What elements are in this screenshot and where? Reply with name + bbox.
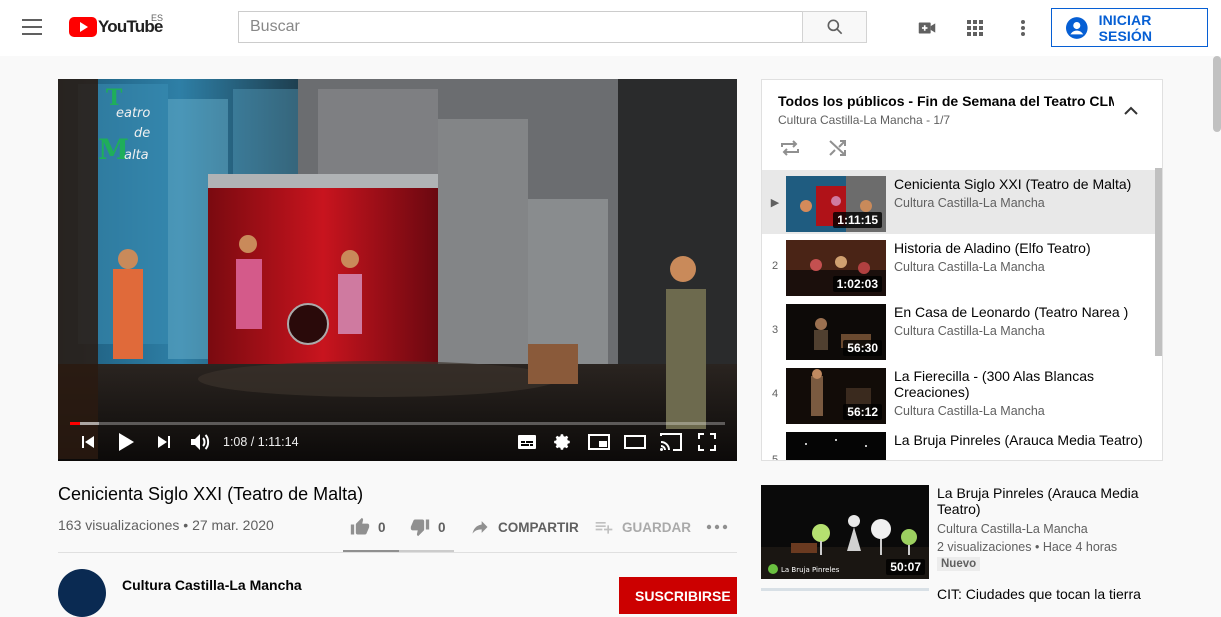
playlist-item[interactable]: 2 1:02:03 Historia de Aladino (Elfo Teat…: [762, 234, 1156, 298]
play-icon[interactable]: [114, 431, 138, 453]
search-input[interactable]: [238, 11, 803, 43]
share-button[interactable]: COMPARTIR: [470, 517, 579, 537]
recommended-duration: 50:07: [886, 559, 925, 575]
new-badge: Nuevo: [937, 557, 981, 571]
channel-avatar[interactable]: [58, 569, 106, 617]
sign-in-button[interactable]: INICIAR SESIÓN: [1051, 8, 1208, 47]
next-icon[interactable]: [154, 431, 174, 453]
fullscreen-icon[interactable]: [695, 431, 719, 453]
cast-icon[interactable]: [659, 431, 683, 453]
share-icon: [472, 521, 488, 534]
overlay-logo-line2: de: [134, 126, 150, 141]
chevron-up-icon[interactable]: [1120, 100, 1142, 122]
playlist-item[interactable]: 4 56:12 La Fierecilla - (300 Alas Blanca…: [762, 362, 1156, 434]
playlist-item-title: La Bruja Pinreles (Arauca Media Teatro): [894, 432, 1143, 448]
rec-thumb-caption: La Bruja Pinreles: [781, 566, 840, 574]
save-button[interactable]: GUARDAR: [594, 517, 691, 537]
account-icon: [1065, 16, 1088, 39]
recommended-title: La Bruja Pinreles (Arauca Media Teatro): [937, 485, 1139, 517]
playlist-item-channel: Cultura Castilla-La Mancha: [894, 324, 1045, 338]
playlist-item-index: 5: [771, 454, 779, 461]
recommended-channel: Cultura Castilla-La Mancha: [937, 522, 1088, 536]
playlist-add-icon: [595, 522, 613, 534]
playlist-item-duration: 1:02:03: [832, 276, 882, 292]
recommended-stats: 2 visualizaciones • Hace 4 horas: [937, 540, 1118, 554]
thumb-up-icon: [350, 517, 370, 535]
playlist-item-title: Cenicienta Siglo XXI (Teatro de Malta): [894, 176, 1132, 192]
playlist-item-title: Historia de Aladino (Elfo Teatro): [894, 240, 1091, 256]
create-video-icon[interactable]: [915, 16, 939, 40]
more-actions-icon[interactable]: [706, 517, 728, 537]
playlist-item-channel: Cultura Castilla-La Mancha: [894, 260, 1045, 274]
view-count-date: 163 visualizaciones • 27 mar. 2020: [58, 517, 274, 533]
dislike-button[interactable]: 0: [410, 517, 446, 537]
country-code: ES: [151, 13, 164, 23]
dislike-count: 0: [438, 519, 446, 535]
search-button[interactable]: [802, 11, 867, 43]
playlist-item[interactable]: ▶ 1:11:15 Cenicienta Siglo XXI (Teatro d…: [762, 170, 1156, 234]
playlist-item-index: 3: [771, 324, 779, 336]
playlist-item-thumbnail: 56:30: [786, 304, 886, 360]
playlist-item-channel: Cultura Castilla-La Mancha: [894, 196, 1045, 210]
playlist-title[interactable]: Todos los públicos - Fin de Semana del T…: [778, 93, 1114, 109]
prev-icon[interactable]: [78, 431, 98, 453]
youtube-play-logo-icon: [69, 17, 97, 37]
video-title: Cenicienta Siglo XXI (Teatro de Malta): [58, 484, 364, 504]
recommended-thumbnail: La Bruja Pinreles 50:07: [761, 485, 929, 579]
playlist-item-duration: 56:30: [843, 340, 882, 356]
playlist-item[interactable]: 3 56:30 En Casa de Leonardo (Teatro Nare…: [762, 298, 1156, 362]
progress-played: [70, 422, 81, 425]
video-frame: T eatro de M alta: [58, 79, 737, 461]
recommended-title-partial[interactable]: CIT: Ciudades que tocan la tierra: [937, 586, 1141, 602]
theater-icon[interactable]: [623, 431, 647, 453]
playlist-item-thumbnail: 1:11:15: [786, 176, 886, 232]
loop-icon[interactable]: [778, 136, 802, 160]
thumb-down-icon: [410, 519, 430, 537]
playlist-item-thumbnail: 56:12: [786, 368, 886, 424]
playlist-item-title: La Fierecilla - (300 Alas Blancas Creaci…: [894, 368, 1094, 400]
search-icon: [827, 19, 842, 35]
overlay-logo-line1: eatro: [116, 106, 150, 121]
divider: [58, 552, 737, 553]
progress-bar[interactable]: [70, 422, 725, 425]
masthead: YouTube ES INICIAR SESIÓN: [0, 0, 1221, 56]
playlist-panel: Todos los públicos - Fin de Semana del T…: [761, 79, 1163, 461]
overlay-logo-line3: alta: [124, 148, 149, 163]
like-button[interactable]: 0: [350, 517, 386, 537]
like-count: 0: [378, 519, 386, 535]
youtube-logo[interactable]: YouTube: [69, 17, 163, 37]
playlist-item-index: ▶: [770, 197, 780, 209]
playlist-scrollbar[interactable]: [1155, 168, 1162, 356]
playlist-item-index: 4: [771, 388, 779, 400]
playlist-item-duration: 1:11:15: [833, 212, 882, 228]
playlist-item-title: En Casa de Leonardo (Teatro Narea ): [894, 304, 1129, 320]
save-label: GUARDAR: [622, 519, 691, 535]
playlist-item-thumbnail: [786, 432, 886, 460]
playlist-item-channel: Cultura Castilla-La Mancha: [894, 404, 1045, 418]
page-scrollbar[interactable]: [1213, 56, 1221, 132]
playlist-item-index: 2: [771, 260, 779, 272]
more-vert-icon[interactable]: [1011, 16, 1035, 40]
playlist-subtitle: Cultura Castilla-La Mancha - 1/7: [778, 113, 951, 127]
sign-in-label: INICIAR SESIÓN: [1098, 11, 1153, 44]
subtitles-icon[interactable]: [515, 431, 539, 453]
recommended-video[interactable]: La Bruja Pinreles 50:07 La Bruja Pinrele…: [761, 485, 1163, 579]
menu-icon[interactable]: [22, 19, 42, 35]
volume-icon[interactable]: [188, 431, 212, 453]
miniplayer-icon[interactable]: [587, 431, 611, 453]
share-label: COMPARTIR: [498, 519, 579, 535]
apps-icon[interactable]: [963, 16, 987, 40]
shuffle-icon[interactable]: [826, 136, 850, 160]
playlist-item-duration: 56:12: [843, 404, 882, 420]
subscribe-button[interactable]: SUSCRIBIRSE: [619, 577, 737, 614]
video-player[interactable]: T eatro de M alta 1:08 / 1:11:14: [58, 79, 737, 461]
settings-icon[interactable]: [551, 431, 575, 453]
time-display: 1:08 / 1:11:14: [223, 435, 299, 449]
playlist-item-thumbnail: 1:02:03: [786, 240, 886, 296]
playlist-item[interactable]: 5 La Bruja Pinreles (Arauca Media Teatro…: [762, 426, 1156, 461]
